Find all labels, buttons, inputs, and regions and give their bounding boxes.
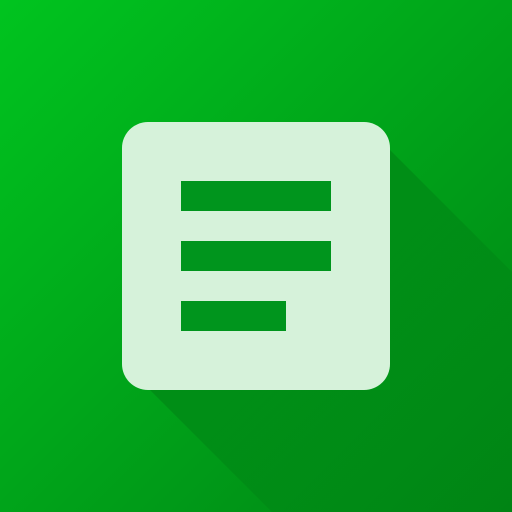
text-line-2 — [181, 241, 331, 271]
app-icon — [0, 0, 512, 512]
text-line-1 — [181, 181, 331, 211]
text-line-3 — [181, 301, 286, 331]
notes-document-icon — [0, 0, 512, 512]
